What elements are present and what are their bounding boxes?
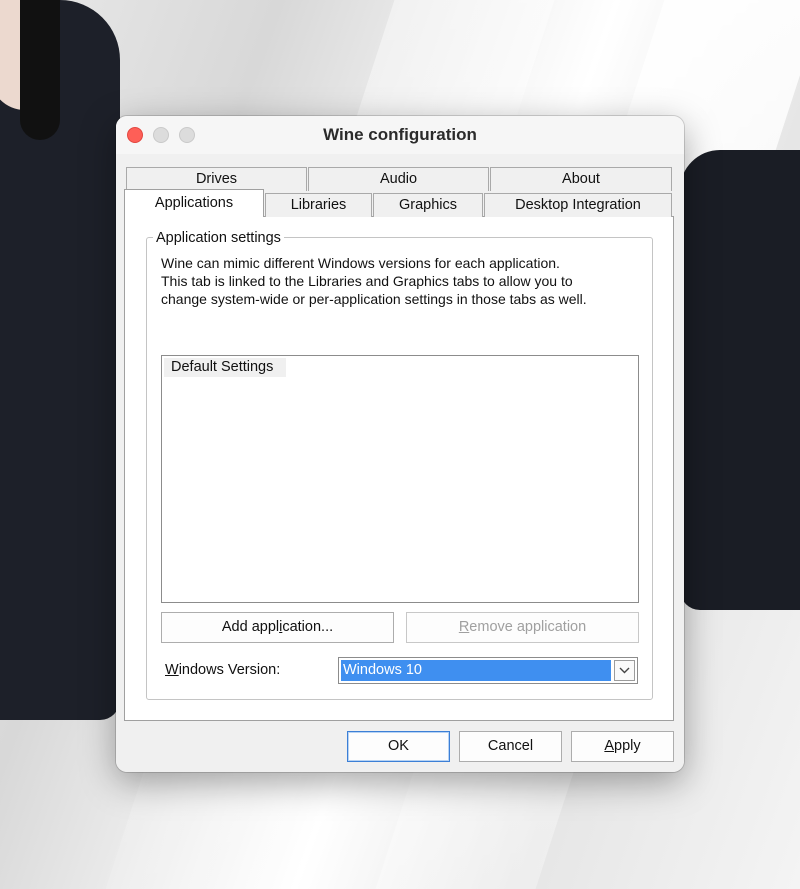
chevron-down-icon (619, 667, 630, 674)
apply-button[interactable]: Apply (571, 731, 674, 762)
applications-list[interactable]: Default Settings (161, 355, 639, 603)
description-line: Wine can mimic different Windows version… (161, 255, 560, 271)
wallpaper-figure-right (680, 150, 800, 610)
description-line: This tab is linked to the Libraries and … (161, 273, 573, 289)
windows-version-label: Windows Version: (165, 662, 281, 678)
windows-version-selected-value: Windows 10 (341, 660, 611, 681)
description-line: change system-wide or per-application se… (161, 291, 587, 307)
tab-libraries[interactable]: Libraries (265, 193, 372, 217)
windows-version-select[interactable]: Windows 10 (338, 657, 638, 684)
tab-desktop-integration[interactable]: Desktop Integration (484, 193, 672, 217)
window-title: Wine configuration (323, 125, 477, 144)
ok-button[interactable]: OK (347, 731, 450, 762)
tab-applications[interactable]: Applications (124, 189, 264, 217)
cancel-button[interactable]: Cancel (459, 731, 562, 762)
title-bar[interactable]: Wine configuration (116, 116, 684, 154)
wallpaper-figure-hair (20, 0, 60, 140)
dropdown-button[interactable] (614, 660, 635, 681)
tab-audio[interactable]: Audio (308, 167, 489, 191)
add-application-button[interactable]: Add application... (161, 612, 394, 643)
list-item-default-settings[interactable]: Default Settings (164, 358, 287, 377)
application-settings-label: Application settings (153, 230, 284, 246)
application-settings-description: Wine can mimic different Windows version… (161, 254, 641, 308)
tab-graphics[interactable]: Graphics (373, 193, 483, 217)
tab-about[interactable]: About (490, 167, 672, 191)
remove-application-button[interactable]: Remove application (406, 612, 639, 643)
tab-drives[interactable]: Drives (126, 167, 307, 191)
